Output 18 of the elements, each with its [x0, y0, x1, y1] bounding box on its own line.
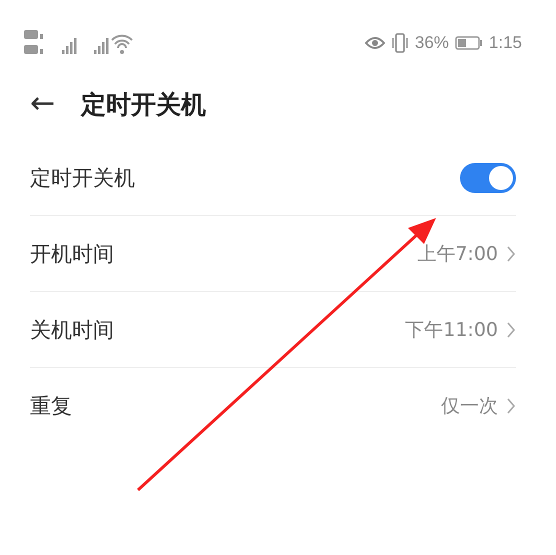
setting-value[interactable]: 仅一次	[441, 392, 498, 418]
vibrate-icon	[390, 33, 409, 53]
chevron-icon	[506, 320, 516, 338]
setting-value[interactable]: 下午11:00	[405, 316, 498, 342]
page-title: 定时开关机	[81, 88, 206, 120]
back-button[interactable]: ←	[30, 89, 56, 119]
toggle-switch[interactable]	[460, 162, 516, 192]
setting-label: 关机时间	[30, 316, 114, 344]
eye-icon	[364, 36, 385, 50]
battery-icon	[454, 36, 483, 50]
battery-percent: 36%	[414, 33, 449, 53]
chevron-icon	[506, 244, 516, 262]
setting-label: 重复	[30, 392, 72, 420]
status-time: 1:15	[488, 33, 522, 53]
setting-label: 定时开关机	[30, 164, 135, 192]
setting-label: 开机时间	[30, 240, 114, 268]
chevron-icon	[506, 396, 516, 414]
setting-value[interactable]: 上午7:00	[417, 240, 498, 266]
